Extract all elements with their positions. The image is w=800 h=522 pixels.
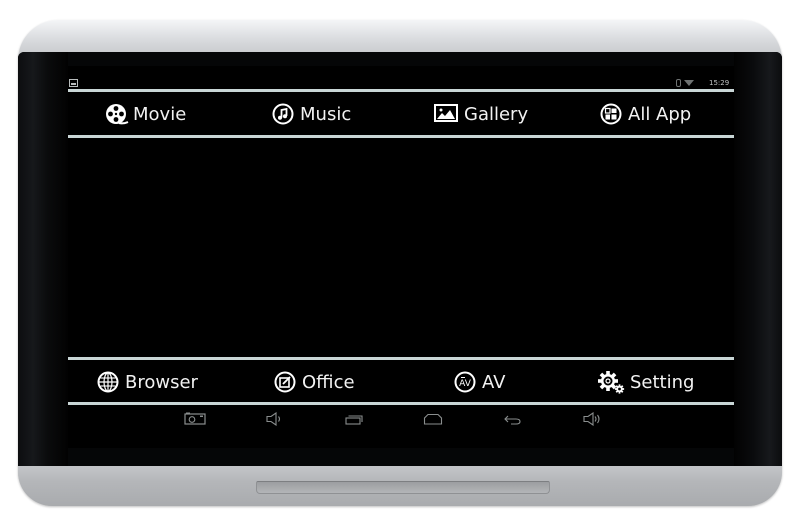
menu-label-office: Office (302, 371, 355, 393)
music-note-icon (272, 103, 294, 125)
menu-label-av: AV (482, 371, 506, 393)
menu-label-setting: Setting (630, 371, 695, 393)
camera-screenshot-icon[interactable] (184, 412, 208, 428)
globe-icon (97, 371, 119, 393)
app-grid-icon (600, 103, 622, 125)
menu-label-music: Music (300, 103, 352, 125)
divider-top (68, 89, 734, 92)
volume-up-icon[interactable] (583, 412, 607, 428)
film-reel-icon (105, 103, 129, 125)
menu-label-browser: Browser (125, 371, 198, 393)
menu-item-movie[interactable]: Movie (105, 101, 186, 127)
av-input-icon: AV (454, 371, 476, 393)
menu-item-browser[interactable]: Browser (97, 369, 198, 395)
menu-label-movie: Movie (133, 103, 187, 125)
svg-text:AV: AV (459, 379, 472, 389)
device-groove (256, 481, 550, 494)
panel-edge-right (734, 52, 782, 466)
divider-top-menu (68, 135, 734, 138)
menu-item-office[interactable]: Office (274, 369, 355, 395)
menu-item-setting[interactable]: Setting (598, 369, 694, 395)
divider-bottom-menu (68, 357, 734, 360)
menu-item-av[interactable]: AV AV (454, 369, 505, 395)
menu-item-music[interactable]: Music (272, 101, 351, 127)
back-icon[interactable] (503, 412, 527, 428)
picture-icon (434, 103, 458, 125)
menu-label-all-app: All App (628, 103, 692, 125)
volume-down-icon[interactable] (266, 412, 290, 428)
gears-icon (598, 371, 626, 394)
panel-edge-left (18, 52, 68, 466)
edit-document-icon (274, 371, 296, 393)
menu-item-all-app[interactable]: All App (600, 101, 691, 127)
home-icon[interactable] (423, 412, 447, 428)
menu-item-gallery[interactable]: Gallery (434, 101, 528, 127)
recent-apps-icon[interactable] (344, 412, 368, 428)
menu-label-gallery: Gallery (464, 103, 529, 125)
divider-nav (68, 402, 734, 405)
